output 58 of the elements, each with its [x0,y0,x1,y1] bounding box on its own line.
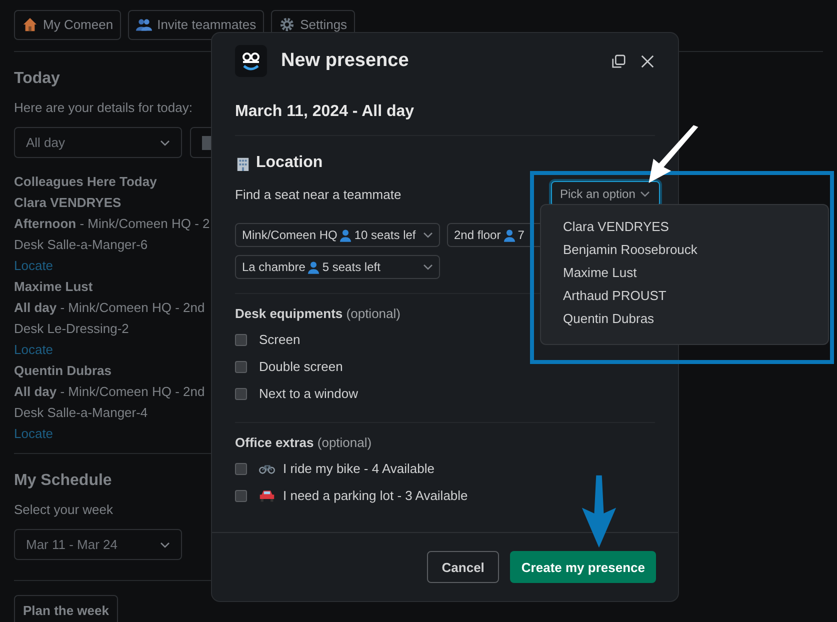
teammate-prompt: Find a seat near a teammate [235,186,402,202]
dropdown-option[interactable]: Maxime Lust [541,262,828,285]
chevron-icon [423,264,433,270]
house-icon [22,16,38,32]
plan-week-button[interactable]: Plan the week [14,595,118,622]
colleague-name: Clara VENDRYES [14,195,122,210]
colleague-desk: Desk Salle-a-Manger-6 [14,237,149,252]
checkbox-label: I need a parking lot - 3 Available [283,488,468,503]
colleague-schedule: Afternoon - Mink/Comeen HQ - 2 [14,216,211,231]
chevron-icon [640,191,650,197]
car-icon [259,488,275,503]
person-icon [308,260,320,274]
section-title: Today [14,70,61,88]
person-icon [504,228,515,242]
section-title: My Schedule [14,472,113,490]
week-select[interactable]: Mar 11 - Mar 24 [14,529,182,560]
colleague-schedule: All day - Mink/Comeen HQ - 2nd [14,384,206,399]
nav-button[interactable]: My Comeen [14,10,122,40]
person-icon [340,228,352,242]
logo-icon [235,45,267,77]
location-heading: Location [256,154,323,172]
group-title: Office extras (optional) [235,435,372,450]
colleague-schedule: All day - Mink/Comeen HQ - 2nd [14,300,206,315]
colleague-desk: Desk Le-Dressing-2 [14,321,130,336]
checkbox-label: Next to a window [259,386,358,401]
group-title: Desk equipments (optional) [235,306,400,321]
dropdown-option[interactable]: Quentin Dubras [541,308,828,331]
cancel-button[interactable]: Cancel [426,551,500,583]
dropdown-option[interactable]: Arthaud PROUST [541,285,828,308]
chevron-icon [160,542,170,548]
chevron-icon [423,232,433,238]
colleague-desk: Desk Salle-a-Manger-4 [14,405,149,420]
checkbox[interactable] [235,334,247,346]
teammate-picker[interactable]: Pick an option [551,181,660,207]
modal-title: New presence [281,50,410,72]
section-subtitle: Select your week [14,502,114,517]
colleagues-title: Colleagues Here Today [14,174,158,189]
checkbox[interactable] [235,388,247,400]
people-icon [136,16,152,32]
copy-icon[interactable] [611,54,626,68]
colleague-name: Quentin Dubras [14,363,113,378]
colleague-name: Maxime Lust [14,279,94,294]
place-select[interactable]: La chambre 5 seats left [235,255,440,279]
checkbox[interactable] [235,360,247,372]
section-subtitle: Here are your details for today: [14,100,194,115]
place-select[interactable]: Mink/Comeen HQ 10 seats lef [235,223,440,247]
checkbox-label: Screen [259,332,300,347]
checkbox[interactable] [235,490,247,502]
checkbox-label: Double screen [259,359,343,374]
gear-icon [279,16,296,32]
office-building-icon [235,156,251,170]
checkbox[interactable] [235,462,247,474]
period-select[interactable]: All day [14,127,182,158]
close-icon[interactable] [640,54,655,68]
create-presence-button[interactable]: Create my presence [510,551,656,583]
checkbox-label: I ride my bike - 4 Available [283,461,434,476]
chevron-icon [160,140,170,146]
date-heading: March 11, 2024 - All day [235,103,416,121]
